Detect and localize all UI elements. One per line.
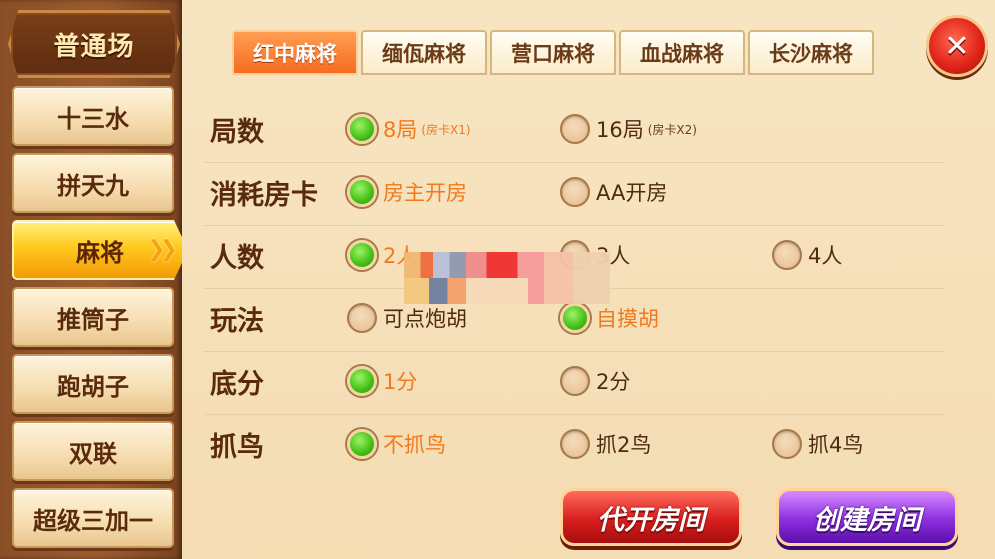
option-label: 16局: [596, 118, 644, 142]
option-row-birds: 抓鸟 不抓鸟 抓2鸟 抓4鸟: [204, 415, 944, 477]
option-label: AA开房: [596, 181, 668, 205]
radio-checked-icon: [347, 177, 377, 207]
option-label: 2分: [596, 370, 631, 394]
nav-item-shuanglian[interactable]: 双联: [12, 421, 174, 481]
option-16-rounds[interactable]: 16局 (房卡X2): [560, 114, 697, 144]
close-button[interactable]: ✕: [926, 15, 988, 77]
row-label: 底分: [210, 369, 264, 400]
radio-checked-icon: [347, 114, 377, 144]
nav-item-tuitongzi[interactable]: 推筒子: [12, 287, 174, 347]
nav-item-pintianjiu[interactable]: 拼天九: [12, 153, 174, 213]
option-no-bird[interactable]: 不抓鸟: [347, 429, 446, 459]
option-label: 房主开房: [383, 181, 467, 205]
sidebar: 普通场 十三水 拼天九 麻将 ❯❯ 推筒子 跑胡子 双联 超级三加一: [0, 0, 188, 559]
radio-checked-icon: [347, 240, 377, 270]
pixelated-overlay: [404, 252, 610, 304]
tab-changsha-mahjong[interactable]: 长沙麻将: [748, 30, 874, 75]
option-label: 1分: [383, 370, 418, 394]
option-self-draw-win[interactable]: 自摸胡: [560, 303, 659, 333]
radio-checked-icon: [560, 303, 590, 333]
mahjong-variant-tabs: 红中麻将 缅佤麻将 营口麻将 血战麻将 长沙麻将: [232, 30, 877, 75]
radio-unchecked-icon: [347, 303, 377, 333]
option-row-card-cost: 消耗房卡 房主开房 AA开房: [204, 163, 944, 226]
option-label: 抓4鸟: [808, 433, 864, 457]
row-label: 消耗房卡: [210, 180, 318, 211]
nav-item-label: 跑胡子: [57, 372, 129, 401]
radio-unchecked-icon: [560, 114, 590, 144]
tab-xuezhan-mahjong[interactable]: 血战麻将: [619, 30, 745, 75]
option-4-players[interactable]: 4人: [772, 240, 842, 270]
nav-item-shisanshui[interactable]: 十三水: [12, 86, 174, 146]
option-label: 4人: [808, 244, 843, 268]
option-row-rounds: 局数 8局 (房卡X1) 16局 (房卡X2): [204, 100, 944, 163]
nav-item-paohuzi[interactable]: 跑胡子: [12, 354, 174, 414]
proxy-open-room-button[interactable]: 代开房间: [560, 488, 742, 546]
option-label: 抓2鸟: [596, 433, 652, 457]
nav-item-label: 超级三加一: [33, 506, 153, 535]
radio-unchecked-icon: [560, 177, 590, 207]
row-label: 抓鸟: [210, 432, 264, 463]
option-row-base-score: 底分 1分 2分: [204, 352, 944, 415]
create-room-button[interactable]: 创建房间: [776, 488, 958, 546]
row-label: 人数: [210, 243, 264, 274]
radio-checked-icon: [347, 366, 377, 396]
tab-yingkou-mahjong[interactable]: 营口麻将: [490, 30, 616, 75]
nav-item-label: 麻将: [76, 238, 124, 267]
tab-mianwa-mahjong[interactable]: 缅佤麻将: [361, 30, 487, 75]
nav-item-mahjong[interactable]: 麻将 ❯❯: [12, 220, 188, 280]
close-icon: ✕: [944, 28, 970, 64]
nav-item-label: 拼天九: [57, 171, 129, 200]
radio-unchecked-icon: [560, 429, 590, 459]
room-settings-panel: 红中麻将 缅佤麻将 营口麻将 血战麻将 长沙麻将 ✕ 局数 8局 (房卡X1) …: [182, 0, 995, 559]
nav-item-label: 推筒子: [57, 305, 129, 334]
option-sublabel: (房卡X1): [421, 122, 471, 137]
radio-unchecked-icon: [772, 429, 802, 459]
option-2-points[interactable]: 2分: [560, 366, 630, 396]
row-label: 玩法: [210, 306, 264, 337]
nav-item-label: 十三水: [57, 104, 129, 133]
game-nav: 十三水 拼天九 麻将 ❯❯ 推筒子 跑胡子 双联 超级三加一: [12, 86, 188, 555]
option-2-birds[interactable]: 抓2鸟: [560, 429, 651, 459]
nav-item-label: 双联: [69, 439, 117, 468]
option-1-point[interactable]: 1分: [347, 366, 417, 396]
tab-hongzhong-mahjong[interactable]: 红中麻将: [232, 30, 358, 75]
option-8-rounds[interactable]: 8局 (房卡X1): [347, 114, 471, 144]
radio-unchecked-icon: [772, 240, 802, 270]
option-label: 不抓鸟: [383, 433, 446, 457]
option-4-birds[interactable]: 抓4鸟: [772, 429, 863, 459]
radio-checked-icon: [347, 429, 377, 459]
option-label: 自摸胡: [596, 307, 659, 331]
mode-title: 普通场: [8, 10, 180, 78]
option-aa-pays[interactable]: AA开房: [560, 177, 667, 207]
row-label: 局数: [210, 117, 264, 148]
option-label: 8局: [383, 118, 418, 142]
option-label: 可点炮胡: [383, 307, 467, 331]
chevron-right-icon: ❯❯: [147, 237, 178, 262]
option-sublabel: (房卡X2): [647, 122, 697, 137]
radio-unchecked-icon: [560, 366, 590, 396]
option-host-pays[interactable]: 房主开房: [347, 177, 467, 207]
option-discard-win[interactable]: 可点炮胡: [347, 303, 467, 333]
nav-item-super-three-plus-one[interactable]: 超级三加一: [12, 488, 174, 548]
